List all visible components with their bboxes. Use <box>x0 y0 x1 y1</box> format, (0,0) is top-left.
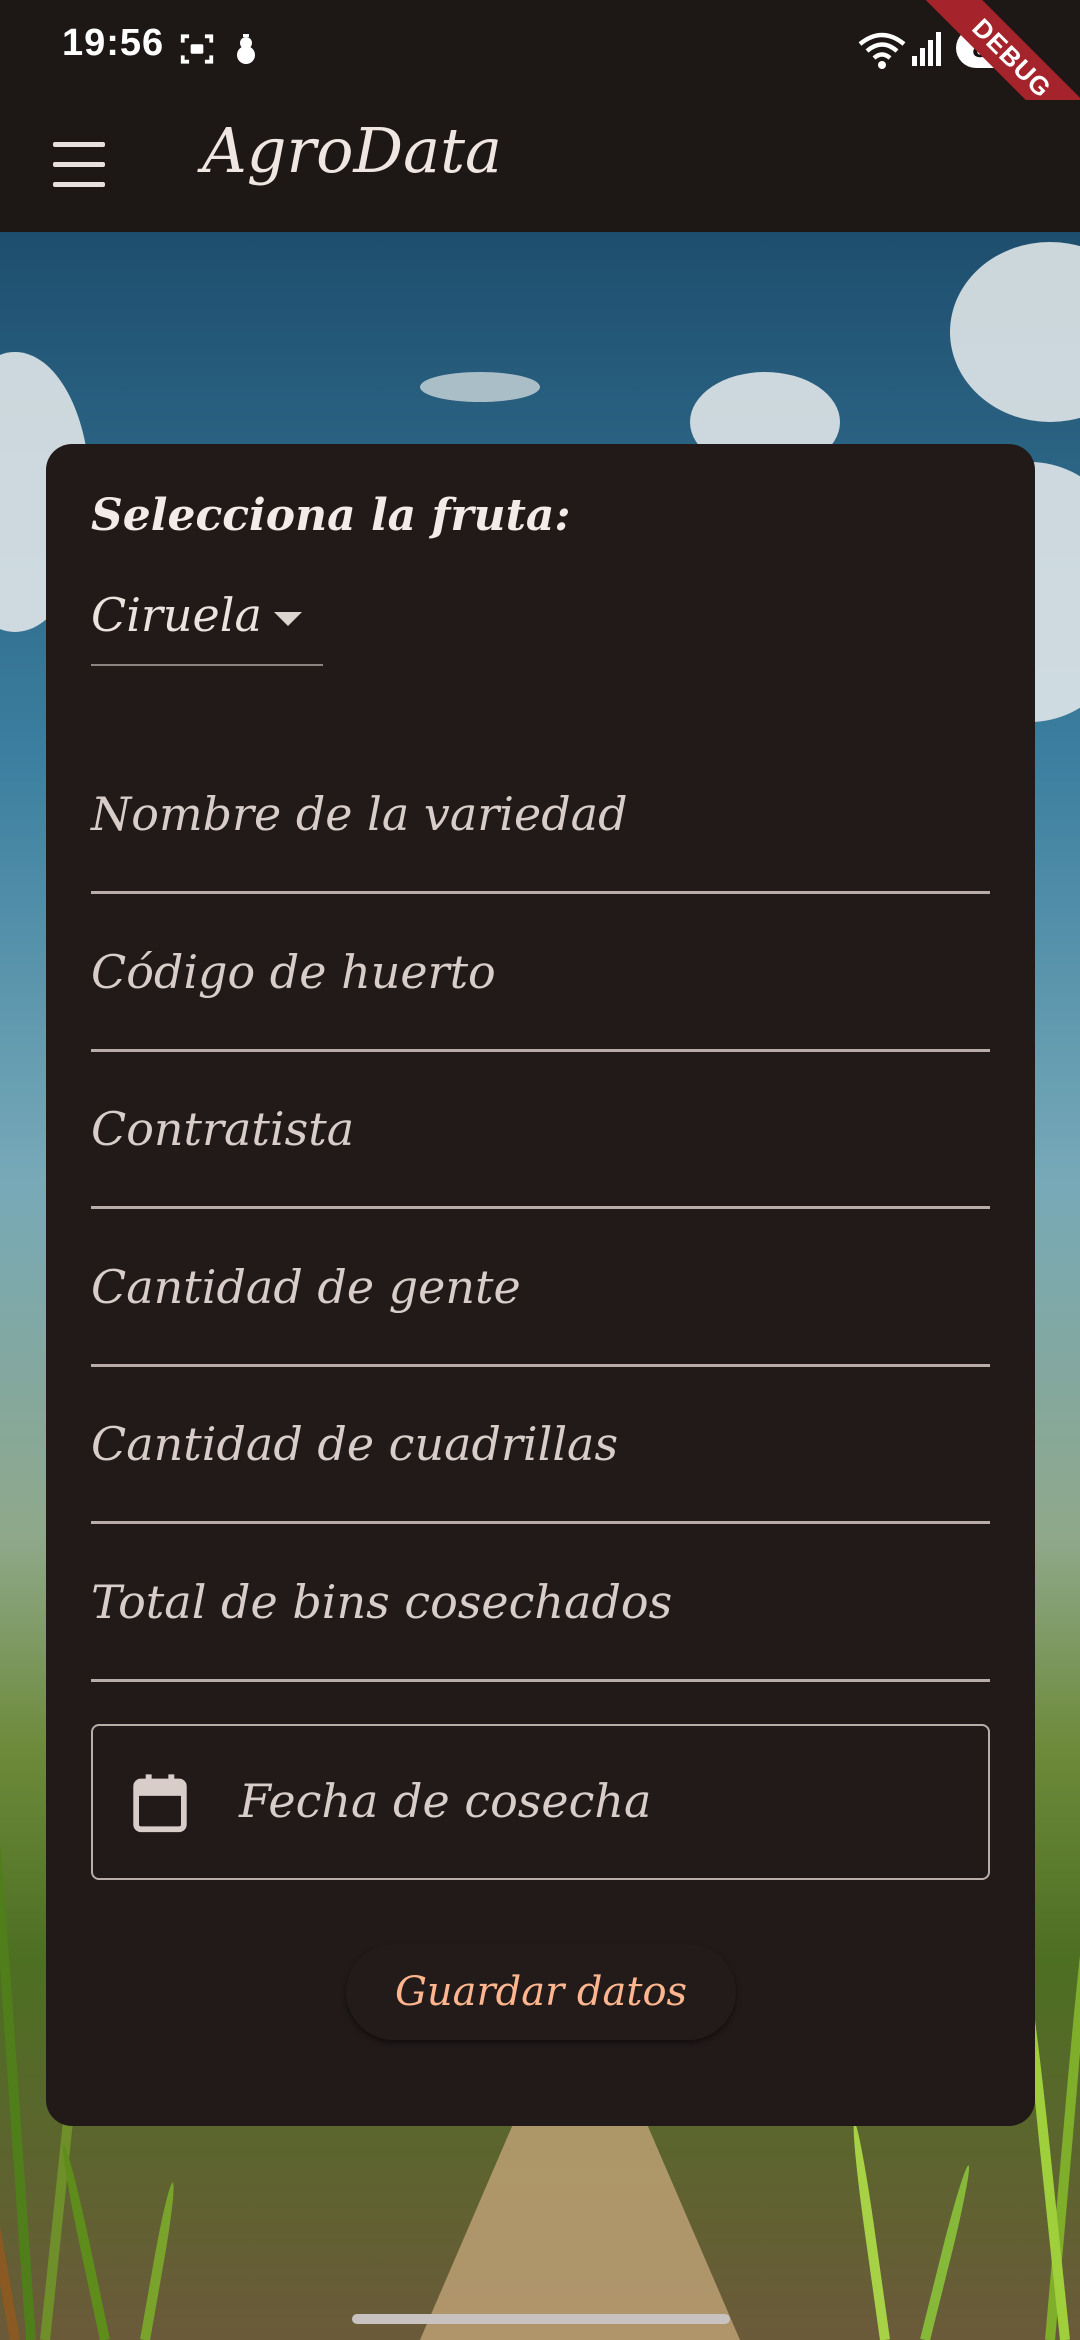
variety-field-label: Nombre de la variedad <box>91 787 628 841</box>
crew-count-field[interactable]: Cantidad de cuadrillas <box>91 1371 990 1524</box>
wifi-icon <box>858 30 906 74</box>
status-time: 19:56 <box>62 22 165 64</box>
orchard-code-field[interactable]: Código de huerto <box>91 899 990 1052</box>
home-indicator[interactable] <box>352 2314 730 2324</box>
status-bar: 19:56 87 DEBUG <box>0 0 1080 165</box>
calendar-icon <box>131 1772 189 1834</box>
form-card: Selecciona la fruta: Ciruela Nombre de l… <box>46 444 1035 2126</box>
fruit-label: Selecciona la fruta: <box>91 490 571 541</box>
harvest-date-field[interactable]: Fecha de cosecha <box>91 1724 990 1880</box>
hamburger-menu-icon[interactable] <box>50 136 110 196</box>
contractor-field-label: Contratista <box>91 1102 355 1156</box>
people-count-field-label: Cantidad de gente <box>91 1260 521 1314</box>
save-button[interactable]: Guardar datos <box>346 1944 736 2040</box>
fruit-dropdown[interactable]: Ciruela <box>91 588 323 666</box>
fruit-dropdown-value: Ciruela <box>91 588 262 642</box>
app-bar: AgroData <box>0 100 1080 232</box>
orchard-code-field-label: Código de huerto <box>91 945 496 999</box>
variety-field[interactable]: Nombre de la variedad <box>91 741 990 894</box>
app-title: AgroData <box>202 114 502 187</box>
total-bins-field-label: Total de bins cosechados <box>91 1575 673 1629</box>
signal-icon <box>912 30 944 70</box>
total-bins-field[interactable]: Total de bins cosechados <box>91 1529 990 1682</box>
notification-icon <box>228 30 264 72</box>
dropdown-arrow-icon <box>274 612 302 626</box>
harvest-date-label: Fecha de cosecha <box>239 1774 652 1828</box>
contractor-field[interactable]: Contratista <box>91 1056 990 1209</box>
crew-count-field-label: Cantidad de cuadrillas <box>91 1417 619 1471</box>
screenshot-icon <box>178 30 216 72</box>
people-count-field[interactable]: Cantidad de gente <box>91 1214 990 1367</box>
